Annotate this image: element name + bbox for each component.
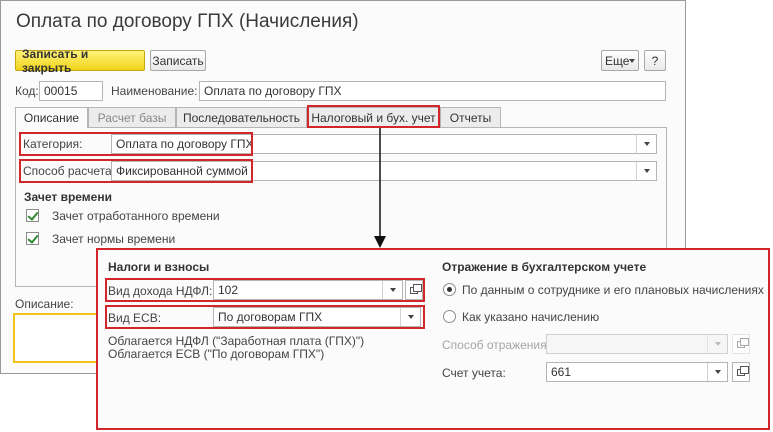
tab-reports[interactable]: Отчеты xyxy=(440,107,501,127)
radio-as-specified[interactable] xyxy=(443,310,456,323)
ndfl-income-type-value: 102 xyxy=(218,283,239,297)
tab-sequence[interactable]: Последовательность xyxy=(176,107,307,127)
norm-time-checkbox[interactable] xyxy=(26,232,39,245)
chevron-down-icon xyxy=(407,315,414,319)
more-menu-button[interactable]: Еще xyxy=(601,50,639,71)
page-title: Оплата по договору ГПХ (Начисления) xyxy=(16,11,359,32)
radio-by-employee-label: По данным о сотруднике и его плановых на… xyxy=(462,283,764,297)
chevron-down-icon xyxy=(643,169,650,173)
save-and-close-button[interactable]: Записать и закрыть xyxy=(15,47,145,75)
dropdown-button[interactable] xyxy=(636,135,656,153)
dropdown-button[interactable] xyxy=(707,363,727,381)
calc-method-label: Способ расчета: xyxy=(23,164,115,178)
save-button[interactable]: Записать xyxy=(150,50,206,71)
description-label: Описание: xyxy=(15,297,74,311)
open-icon[interactable] xyxy=(732,334,750,354)
tab-base-calculation[interactable]: Расчет базы xyxy=(88,107,176,127)
name-input[interactable]: Оплата по договору ГПХ xyxy=(199,81,666,101)
dropdown-button[interactable] xyxy=(707,335,727,353)
connector-arrow-icon xyxy=(374,126,386,248)
chevron-down-icon xyxy=(629,58,636,63)
category-label: Категория: xyxy=(23,137,83,151)
tax-accounting-panel: Налоги и взносы Вид дохода НДФЛ: 102 Вид… xyxy=(96,248,770,430)
more-label: Еще xyxy=(605,53,630,68)
taxes-section-title: Налоги и взносы xyxy=(108,260,210,274)
dropdown-button[interactable] xyxy=(382,281,402,299)
account-select[interactable]: 661 xyxy=(546,362,728,382)
name-label: Наименование: xyxy=(111,84,198,98)
account-value: 661 xyxy=(551,365,572,379)
description-textarea[interactable] xyxy=(13,313,103,363)
tab-tax-accounting[interactable]: Налоговый и бух. учет xyxy=(307,107,440,127)
help-button[interactable]: ? xyxy=(644,50,666,71)
worked-time-checkbox[interactable] xyxy=(26,209,39,222)
tab-description[interactable]: Описание xyxy=(15,107,88,128)
chevron-down-icon xyxy=(714,370,721,374)
dropdown-button[interactable] xyxy=(636,162,656,180)
calc-method-value: Фиксированной суммой xyxy=(116,164,248,178)
esv-type-value: По договорам ГПХ xyxy=(218,310,323,324)
dropdown-button[interactable] xyxy=(400,308,420,326)
reflection-method-label: Способ отражения: xyxy=(442,338,550,352)
radio-by-employee-data[interactable] xyxy=(443,283,456,296)
chevron-down-icon xyxy=(643,142,650,146)
code-label: Код: xyxy=(15,84,39,98)
accounting-section-title: Отражение в бухгалтерском учете xyxy=(442,260,647,274)
time-offset-section-title: Зачет времени xyxy=(24,190,112,204)
reflection-method-select[interactable] xyxy=(546,334,728,354)
esv-type-label: Вид ЕСВ: xyxy=(108,311,162,325)
esv-taxation-note: Облагается ЕСВ ("По договорам ГПХ") xyxy=(108,347,325,361)
radio-as-specified-label: Как указано начислению xyxy=(462,310,600,324)
ndfl-taxation-note: Облагается НДФЛ ("Заработная плата (ГПХ)… xyxy=(108,334,365,348)
category-value: Оплата по договору ГПХ xyxy=(116,137,254,151)
open-icon[interactable] xyxy=(732,362,750,382)
account-label: Счет учета: xyxy=(442,366,506,380)
norm-time-label: Зачет нормы времени xyxy=(52,232,176,246)
esv-type-select[interactable]: По договорам ГПХ xyxy=(213,307,421,327)
worked-time-label: Зачет отработанного времени xyxy=(52,209,220,223)
chevron-down-icon xyxy=(714,342,721,346)
chevron-down-icon xyxy=(389,288,396,292)
code-input[interactable]: 00015 xyxy=(39,81,103,101)
ndfl-income-type-select[interactable]: 102 xyxy=(213,280,403,300)
open-icon[interactable] xyxy=(405,280,423,300)
ndfl-income-type-label: Вид дохода НДФЛ: xyxy=(108,284,213,298)
